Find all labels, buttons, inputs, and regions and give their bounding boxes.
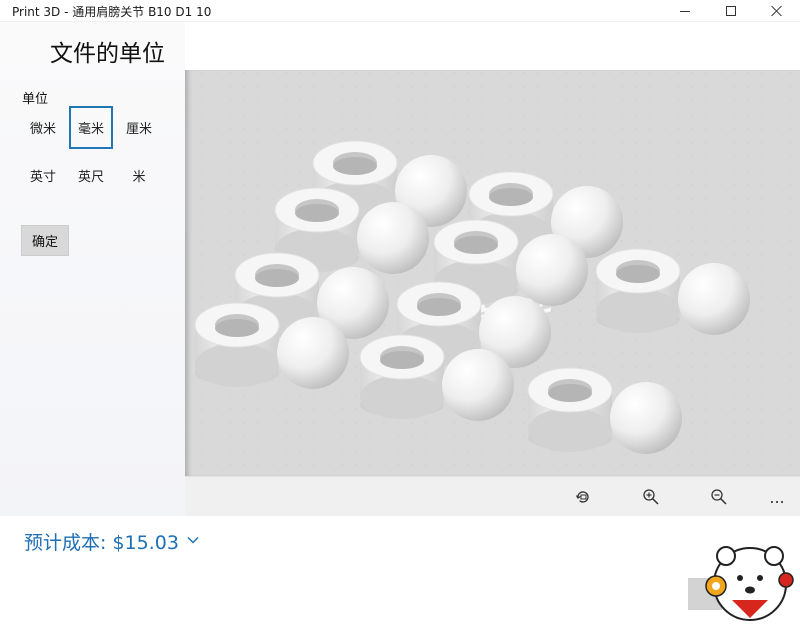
more-icon: ... [769,487,785,507]
minimize-button[interactable] [662,0,708,22]
close-button[interactable] [754,0,800,22]
zoom-out-icon [711,489,727,505]
mascot-sticker-icon [705,546,794,621]
close-icon [771,5,783,17]
more-button[interactable]: ... [763,483,791,511]
chevron-down-icon [187,536,199,544]
unit-option-meter[interactable]: 米 [117,154,161,197]
page-title: 文件的单位 [50,41,165,67]
unit-option-centimeter[interactable]: 厘米 [117,106,161,149]
reset-view-icon [575,491,589,503]
window-title: Print 3D - 通用肩膀关节 B10 D1 10 [12,5,212,19]
unit-option-inch[interactable]: 英寸 [21,154,65,197]
estimated-cost-text: 预计成本: $15.03 [24,532,179,554]
estimated-cost-toggle[interactable]: 预计成本: $15.03 [24,528,199,555]
zoom-in-icon [643,489,659,505]
maximize-button[interactable] [708,0,754,22]
units-label: 单位 [22,92,49,107]
reset-view-button[interactable] [569,483,597,511]
3d-viewport[interactable]: 毫米 [185,70,800,476]
unit-option-millimeter[interactable]: 毫米 [69,106,113,149]
model-render: 毫米 [185,70,800,476]
title-bar: Print 3D - 通用肩膀关节 B10 D1 10 [0,0,800,22]
zoom-out-button[interactable] [705,483,733,511]
unit-option-foot[interactable]: 英尺 [69,154,113,197]
confirm-button[interactable]: 确定 [21,225,69,256]
unit-option-micrometer[interactable]: 微米 [21,106,65,149]
minimize-icon [680,10,690,12]
maximize-icon [726,6,736,16]
view-toolbar: ... [185,476,800,516]
zoom-in-button[interactable] [637,483,665,511]
